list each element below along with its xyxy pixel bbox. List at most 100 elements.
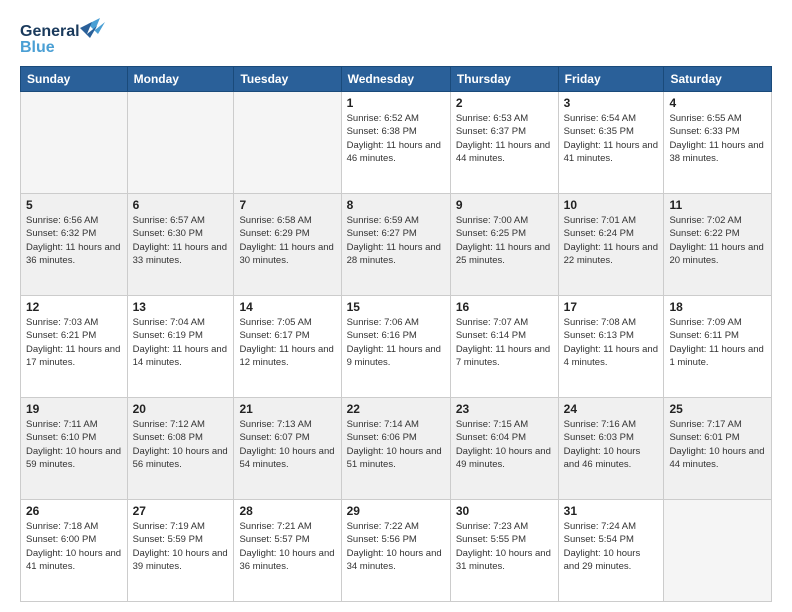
day-number: 1 bbox=[347, 96, 445, 110]
day-info: Sunrise: 6:54 AM Sunset: 6:35 PM Dayligh… bbox=[564, 112, 659, 165]
calendar-table: SundayMondayTuesdayWednesdayThursdayFrid… bbox=[20, 66, 772, 602]
calendar-cell: 28 Sunrise: 7:21 AM Sunset: 5:57 PM Dayli… bbox=[234, 500, 341, 602]
calendar-cell: 21 Sunrise: 7:13 AM Sunset: 6:07 PM Dayli… bbox=[234, 398, 341, 500]
weekday-header-thursday: Thursday bbox=[450, 67, 558, 92]
day-info: Sunrise: 7:21 AM Sunset: 5:57 PM Dayligh… bbox=[239, 520, 335, 573]
day-info: Sunrise: 7:02 AM Sunset: 6:22 PM Dayligh… bbox=[669, 214, 766, 267]
day-number: 28 bbox=[239, 504, 335, 518]
calendar-cell: 3Sunrise: 6:54 AM Sunset: 6:35 PM Daylig… bbox=[558, 92, 664, 194]
day-info: Sunrise: 7:14 AM Sunset: 6:06 PM Dayligh… bbox=[347, 418, 445, 471]
calendar-cell: 7 Sunrise: 6:58 AM Sunset: 6:29 PM Daylig… bbox=[234, 194, 341, 296]
day-info: Sunrise: 7:19 AM Sunset: 5:59 PM Dayligh… bbox=[133, 520, 229, 573]
calendar-cell: 26 Sunrise: 7:18 AM Sunset: 6:00 PM Dayli… bbox=[21, 500, 128, 602]
weekday-header-monday: Monday bbox=[127, 67, 234, 92]
calendar-cell: 6 Sunrise: 6:57 AM Sunset: 6:30 PM Daylig… bbox=[127, 194, 234, 296]
calendar-cell: 18Sunrise: 7:09 AM Sunset: 6:11 PM Dayli… bbox=[664, 296, 772, 398]
logo: General Blue bbox=[20, 16, 110, 58]
day-number: 25 bbox=[669, 402, 766, 416]
calendar-cell bbox=[664, 500, 772, 602]
page: General Blue SundayMondayTuesdayWednesda… bbox=[0, 0, 792, 612]
day-info: Sunrise: 7:05 AM Sunset: 6:17 PM Dayligh… bbox=[239, 316, 335, 369]
calendar-cell: 31 Sunrise: 7:24 AM Sunset: 5:54 PM Dayli… bbox=[558, 500, 664, 602]
day-number: 24 bbox=[564, 402, 659, 416]
day-number: 26 bbox=[26, 504, 122, 518]
day-info: Sunrise: 7:00 AM Sunset: 6:25 PM Dayligh… bbox=[456, 214, 553, 267]
day-number: 7 bbox=[239, 198, 335, 212]
calendar-cell bbox=[234, 92, 341, 194]
day-number: 4 bbox=[669, 96, 766, 110]
calendar-week-row: 12 Sunrise: 7:03 AM Sunset: 6:21 PM Dayli… bbox=[21, 296, 772, 398]
day-number: 12 bbox=[26, 300, 122, 314]
day-info: Sunrise: 7:09 AM Sunset: 6:11 PM Dayligh… bbox=[669, 316, 766, 369]
day-number: 11 bbox=[669, 198, 766, 212]
weekday-header-tuesday: Tuesday bbox=[234, 67, 341, 92]
calendar-cell: 30 Sunrise: 7:23 AM Sunset: 5:55 PM Dayli… bbox=[450, 500, 558, 602]
day-info: Sunrise: 7:11 AM Sunset: 6:10 PM Dayligh… bbox=[26, 418, 122, 471]
day-info: Sunrise: 7:23 AM Sunset: 5:55 PM Dayligh… bbox=[456, 520, 553, 573]
day-number: 14 bbox=[239, 300, 335, 314]
day-info: Sunrise: 7:04 AM Sunset: 6:19 PM Dayligh… bbox=[133, 316, 229, 369]
day-info: Sunrise: 6:59 AM Sunset: 6:27 PM Dayligh… bbox=[347, 214, 445, 267]
day-info: Sunrise: 6:57 AM Sunset: 6:30 PM Dayligh… bbox=[133, 214, 229, 267]
day-number: 10 bbox=[564, 198, 659, 212]
calendar-cell: 29Sunrise: 7:22 AM Sunset: 5:56 PM Dayli… bbox=[341, 500, 450, 602]
header: General Blue bbox=[20, 16, 772, 58]
svg-text:Blue: Blue bbox=[20, 39, 55, 56]
day-info: Sunrise: 6:56 AM Sunset: 6:32 PM Dayligh… bbox=[26, 214, 122, 267]
day-info: Sunrise: 7:12 AM Sunset: 6:08 PM Dayligh… bbox=[133, 418, 229, 471]
calendar-cell: 11 Sunrise: 7:02 AM Sunset: 6:22 PM Dayli… bbox=[664, 194, 772, 296]
day-number: 6 bbox=[133, 198, 229, 212]
calendar-cell: 13 Sunrise: 7:04 AM Sunset: 6:19 PM Dayli… bbox=[127, 296, 234, 398]
day-info: Sunrise: 6:55 AM Sunset: 6:33 PM Dayligh… bbox=[669, 112, 766, 165]
day-number: 9 bbox=[456, 198, 553, 212]
calendar-cell: 9 Sunrise: 7:00 AM Sunset: 6:25 PM Daylig… bbox=[450, 194, 558, 296]
calendar-cell: 25 Sunrise: 7:17 AM Sunset: 6:01 PM Dayli… bbox=[664, 398, 772, 500]
day-info: Sunrise: 6:52 AM Sunset: 6:38 PM Dayligh… bbox=[347, 112, 445, 165]
day-number: 8 bbox=[347, 198, 445, 212]
day-number: 5 bbox=[26, 198, 122, 212]
weekday-header-wednesday: Wednesday bbox=[341, 67, 450, 92]
day-info: Sunrise: 7:03 AM Sunset: 6:21 PM Dayligh… bbox=[26, 316, 122, 369]
day-info: Sunrise: 7:16 AM Sunset: 6:03 PM Dayligh… bbox=[564, 418, 659, 471]
day-number: 2 bbox=[456, 96, 553, 110]
calendar-cell: 24 Sunrise: 7:16 AM Sunset: 6:03 PM Dayli… bbox=[558, 398, 664, 500]
calendar-cell: 16Sunrise: 7:07 AM Sunset: 6:14 PM Dayli… bbox=[450, 296, 558, 398]
day-info: Sunrise: 7:22 AM Sunset: 5:56 PM Dayligh… bbox=[347, 520, 445, 573]
weekday-header-saturday: Saturday bbox=[664, 67, 772, 92]
calendar-cell: 22 Sunrise: 7:14 AM Sunset: 6:06 PM Dayli… bbox=[341, 398, 450, 500]
day-info: Sunrise: 7:08 AM Sunset: 6:13 PM Dayligh… bbox=[564, 316, 659, 369]
calendar-cell: 14 Sunrise: 7:05 AM Sunset: 6:17 PM Dayli… bbox=[234, 296, 341, 398]
day-info: Sunrise: 7:17 AM Sunset: 6:01 PM Dayligh… bbox=[669, 418, 766, 471]
day-number: 23 bbox=[456, 402, 553, 416]
day-info: Sunrise: 6:58 AM Sunset: 6:29 PM Dayligh… bbox=[239, 214, 335, 267]
calendar-cell: 12 Sunrise: 7:03 AM Sunset: 6:21 PM Dayli… bbox=[21, 296, 128, 398]
day-info: Sunrise: 7:06 AM Sunset: 6:16 PM Dayligh… bbox=[347, 316, 445, 369]
svg-text:General: General bbox=[20, 23, 80, 40]
day-number: 21 bbox=[239, 402, 335, 416]
calendar-cell: 2Sunrise: 6:53 AM Sunset: 6:37 PM Daylig… bbox=[450, 92, 558, 194]
weekday-header-friday: Friday bbox=[558, 67, 664, 92]
day-info: Sunrise: 7:15 AM Sunset: 6:04 PM Dayligh… bbox=[456, 418, 553, 471]
calendar-week-row: 1 Sunrise: 6:52 AM Sunset: 6:38 PM Daylig… bbox=[21, 92, 772, 194]
day-number: 31 bbox=[564, 504, 659, 518]
day-number: 27 bbox=[133, 504, 229, 518]
calendar-cell: 15 Sunrise: 7:06 AM Sunset: 6:16 PM Dayli… bbox=[341, 296, 450, 398]
day-info: Sunrise: 7:01 AM Sunset: 6:24 PM Dayligh… bbox=[564, 214, 659, 267]
calendar-cell: 1 Sunrise: 6:52 AM Sunset: 6:38 PM Daylig… bbox=[341, 92, 450, 194]
day-info: Sunrise: 7:13 AM Sunset: 6:07 PM Dayligh… bbox=[239, 418, 335, 471]
logo-icon: General Blue bbox=[20, 16, 110, 58]
day-info: Sunrise: 7:24 AM Sunset: 5:54 PM Dayligh… bbox=[564, 520, 659, 573]
day-number: 30 bbox=[456, 504, 553, 518]
calendar-cell: 17Sunrise: 7:08 AM Sunset: 6:13 PM Dayli… bbox=[558, 296, 664, 398]
calendar-cell bbox=[21, 92, 128, 194]
calendar-cell: 19Sunrise: 7:11 AM Sunset: 6:10 PM Dayli… bbox=[21, 398, 128, 500]
day-number: 16 bbox=[456, 300, 553, 314]
weekday-header-sunday: Sunday bbox=[21, 67, 128, 92]
calendar-week-row: 26 Sunrise: 7:18 AM Sunset: 6:00 PM Dayli… bbox=[21, 500, 772, 602]
calendar-cell: 5 Sunrise: 6:56 AM Sunset: 6:32 PM Daylig… bbox=[21, 194, 128, 296]
day-number: 13 bbox=[133, 300, 229, 314]
day-info: Sunrise: 7:18 AM Sunset: 6:00 PM Dayligh… bbox=[26, 520, 122, 573]
calendar-cell: 4 Sunrise: 6:55 AM Sunset: 6:33 PM Daylig… bbox=[664, 92, 772, 194]
day-number: 22 bbox=[347, 402, 445, 416]
day-number: 15 bbox=[347, 300, 445, 314]
